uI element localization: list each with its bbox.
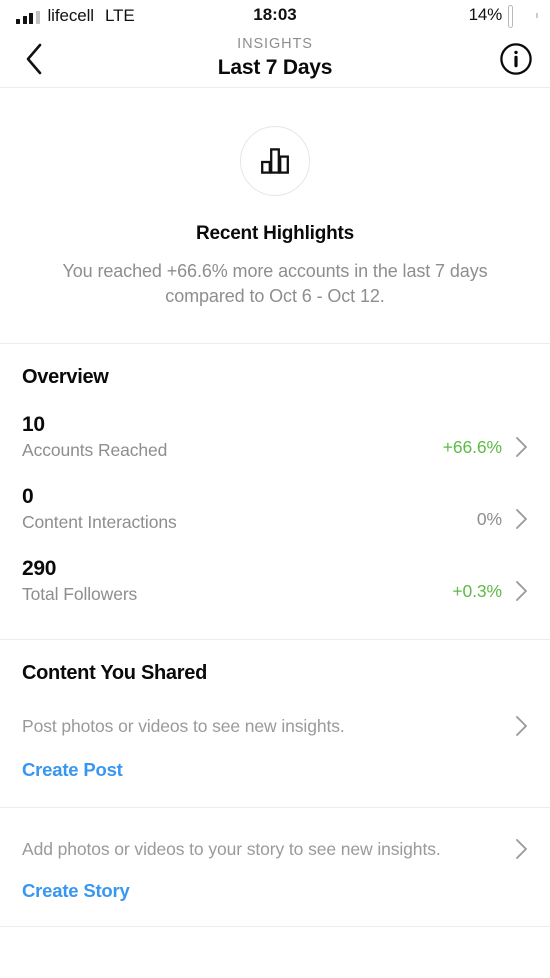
post-empty-row[interactable]: Post photos or videos to see new insight…	[22, 685, 528, 737]
battery-percent-label: 14%	[468, 5, 503, 24]
metric-delta: +0.3%	[452, 580, 502, 601]
status-bar: lifecell LTE 18:03 14%	[0, 0, 550, 30]
overview-title: Overview	[22, 366, 109, 388]
highlights-description: You reached +66.6% more accounts in the …	[62, 261, 488, 306]
highlights-icon-badge	[240, 126, 310, 196]
info-button[interactable]	[498, 41, 534, 77]
metric-text-group: 0 Content Interactions	[22, 485, 177, 533]
metric-label: Accounts Reached	[22, 440, 168, 460]
status-bar-clock: 18:03	[253, 5, 297, 24]
recent-highlights-section: Recent Highlights You reached +66.6% mor…	[0, 88, 550, 343]
metric-text-group: 290 Total Followers	[22, 557, 137, 605]
metric-trailing-group: +0.3%	[452, 580, 528, 605]
chevron-right-icon	[516, 839, 527, 859]
nav-title-group: INSIGHTS Last 7 Days	[218, 36, 333, 80]
highlights-title: Recent Highlights	[195, 223, 355, 244]
metric-delta: 0%	[476, 508, 502, 529]
metric-row-accounts-reached[interactable]: 10 Accounts Reached +66.6%	[22, 389, 528, 461]
battery-icon	[508, 5, 538, 28]
page-title: Last 7 Days	[217, 56, 333, 79]
metric-label: Content Interactions	[22, 512, 177, 532]
chevron-right-icon	[516, 581, 527, 601]
create-post-button[interactable]: Create Post	[22, 737, 528, 807]
post-empty-text: Post photos or videos to see new insight…	[22, 716, 345, 736]
metric-value: 290	[22, 557, 57, 580]
insights-screen: lifecell LTE 18:03 14% INSIGHTS Last 7 D…	[0, 0, 550, 978]
bar-chart-icon	[261, 148, 289, 174]
story-empty-row[interactable]: Add photos or videos to your story to se…	[22, 808, 528, 860]
metric-row-total-followers[interactable]: 290 Total Followers +0.3%	[22, 533, 528, 605]
nav-bar: INSIGHTS Last 7 Days	[0, 30, 550, 88]
status-bar-right: 14%	[468, 5, 538, 28]
metric-row-content-interactions[interactable]: 0 Content Interactions 0%	[22, 461, 528, 533]
story-empty-text: Add photos or videos to your story to se…	[22, 839, 441, 859]
chevron-left-icon	[26, 43, 42, 74]
metric-label: Total Followers	[22, 584, 138, 604]
metric-delta: +66.6%	[442, 436, 502, 457]
overview-section: Overview 10 Accounts Reached +66.6% 0 Co…	[0, 344, 550, 639]
info-circle-icon	[500, 42, 532, 75]
metric-text-group: 10 Accounts Reached	[22, 413, 167, 461]
metric-trailing-group: +66.6%	[443, 436, 528, 461]
story-shared-section: Add photos or videos to your story to se…	[0, 808, 550, 926]
chevron-right-icon	[516, 716, 527, 736]
content-you-shared-section: Content You Shared Post photos or videos…	[0, 640, 550, 807]
divider-bottom	[0, 926, 550, 927]
metric-value: 0	[22, 485, 34, 508]
content-shared-title: Content You Shared	[22, 662, 207, 684]
metric-trailing-group: 0%	[477, 508, 528, 533]
chevron-right-icon	[516, 437, 527, 457]
metric-value: 10	[22, 413, 45, 436]
back-button[interactable]	[14, 39, 54, 79]
chevron-right-icon	[516, 509, 527, 529]
nav-eyebrow: INSIGHTS	[237, 36, 313, 52]
create-story-button[interactable]: Create Story	[22, 860, 528, 926]
